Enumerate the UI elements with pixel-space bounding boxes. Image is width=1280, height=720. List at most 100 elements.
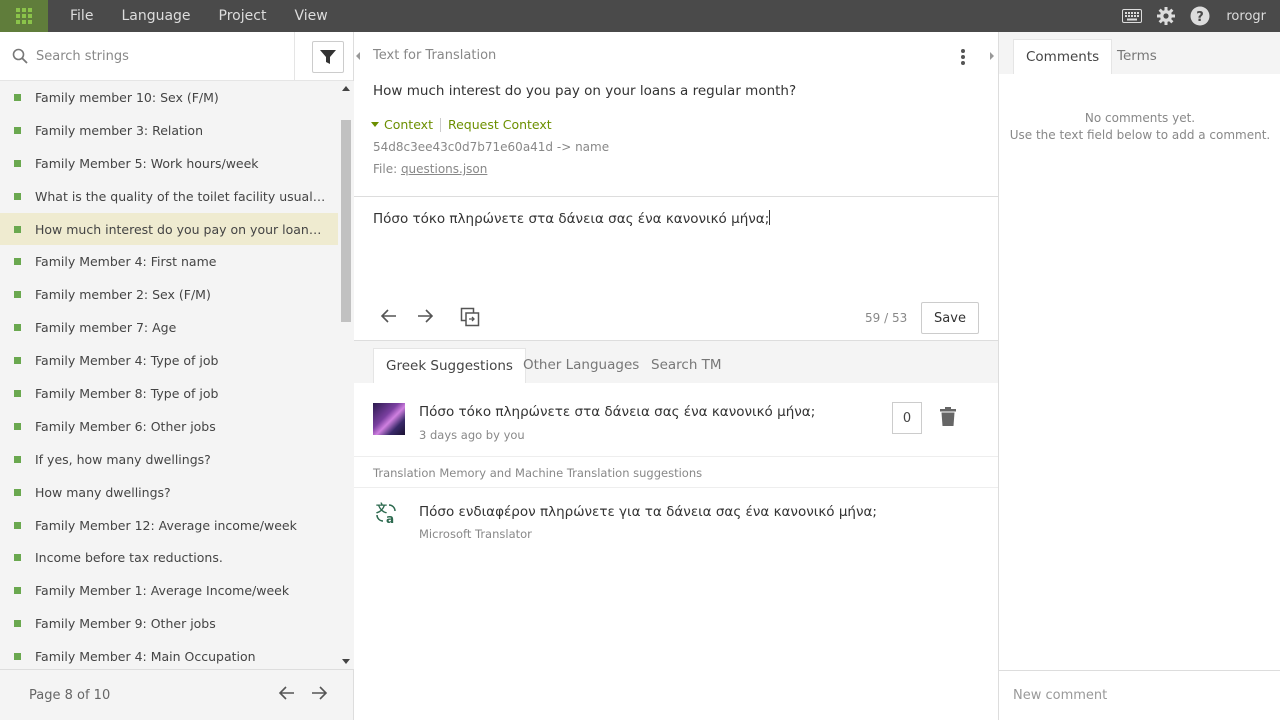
list-item[interactable]: Family Member 8: Type of job bbox=[0, 377, 338, 410]
list-item-label: Family Member 8: Type of job bbox=[35, 385, 219, 401]
main-menu: File Language Project View bbox=[70, 0, 356, 32]
suggestion-text[interactable]: Πόσο τόκο πληρώνετε στα δάνεια σας ένα κ… bbox=[419, 404, 815, 420]
menu-language[interactable]: Language bbox=[121, 0, 204, 32]
list-item[interactable]: How many dwellings? bbox=[0, 476, 338, 509]
page-indicator: Page 8 of 10 bbox=[29, 687, 111, 703]
list-item-label: How much interest do you pay on your loa… bbox=[35, 221, 327, 237]
list-item[interactable]: Family member 10: Sex (F/M) bbox=[0, 81, 338, 114]
top-right-tools: ? rorogr bbox=[1122, 0, 1266, 32]
list-item-label: Family Member 5: Work hours/week bbox=[35, 155, 259, 171]
list-item-label: If yes, how many dwellings? bbox=[35, 451, 211, 467]
filter-button[interactable] bbox=[312, 41, 344, 73]
request-context-link[interactable]: Request Context bbox=[448, 117, 552, 132]
menu-project[interactable]: Project bbox=[219, 0, 281, 32]
search-icon bbox=[12, 48, 28, 68]
suggestions-section: Greek Suggestions Other Languages Search… bbox=[354, 341, 998, 720]
list-item[interactable]: Family Member 9: Other jobs bbox=[0, 607, 338, 640]
gear-icon[interactable] bbox=[1156, 6, 1176, 26]
string-list-scrollbar[interactable] bbox=[338, 81, 354, 669]
pager: Page 8 of 10 bbox=[0, 669, 353, 720]
vote-count[interactable]: 0 bbox=[892, 402, 922, 434]
list-item[interactable]: Family member 2: Sex (F/M) bbox=[0, 278, 338, 311]
list-item[interactable]: Family member 7: Age bbox=[0, 311, 338, 344]
status-bullet-icon bbox=[14, 225, 21, 233]
status-bullet-icon bbox=[14, 653, 21, 661]
list-item[interactable]: What is the quality of the toilet facili… bbox=[0, 180, 338, 213]
context-toggle[interactable]: Context bbox=[384, 117, 433, 132]
empty-comments-message: No comments yet. Use the text field belo… bbox=[999, 110, 1280, 144]
copy-source-icon[interactable] bbox=[460, 307, 480, 331]
list-item-label: Family Member 4: First name bbox=[35, 254, 217, 270]
context-separator bbox=[439, 117, 441, 132]
empty-comments-line2: Use the text field below to add a commen… bbox=[1009, 128, 1271, 142]
translation-editor[interactable]: Πόσο τόκο πληρώνετε στα δάνεια σας ένα κ… bbox=[354, 197, 998, 295]
trash-icon[interactable] bbox=[940, 407, 956, 431]
string-list: Family member 10: Sex (F/M) Family member… bbox=[0, 81, 338, 669]
list-item[interactable]: Family Member 1: Average Income/week bbox=[0, 574, 338, 607]
list-item-label: Family member 3: Relation bbox=[35, 122, 204, 138]
app-grid-button[interactable] bbox=[0, 0, 48, 32]
mt-suggestion-text[interactable]: Πόσο ενδιαφέρον πληρώνετε για τα δάνεια … bbox=[419, 504, 877, 520]
list-item-label: Income before tax reductions. bbox=[35, 550, 223, 566]
list-item[interactable]: Family Member 5: Work hours/week bbox=[0, 147, 338, 180]
file-prefix: File: bbox=[373, 162, 401, 176]
text-caret bbox=[769, 210, 771, 225]
tab-comments[interactable]: Comments bbox=[1013, 39, 1113, 74]
next-page-arrow-icon[interactable] bbox=[310, 685, 328, 705]
menu-view[interactable]: View bbox=[294, 0, 341, 32]
list-item[interactable]: Family Member 6: Other jobs bbox=[0, 410, 338, 443]
previous-string-arrow-icon[interactable] bbox=[380, 307, 398, 329]
file-link[interactable]: questions.json bbox=[401, 162, 487, 176]
translation-value[interactable]: Πόσο τόκο πληρώνετε στα δάνεια σας ένα κ… bbox=[373, 211, 769, 227]
status-bullet-icon bbox=[14, 620, 21, 628]
file-line: File: questions.json bbox=[373, 162, 487, 176]
list-item-label: Family Member 12: Average income/week bbox=[35, 517, 297, 533]
tab-terms[interactable]: Terms bbox=[1105, 39, 1169, 74]
list-item[interactable]: If yes, how many dwellings? bbox=[0, 443, 338, 476]
avatar bbox=[373, 403, 405, 435]
scroll-up-arrow-icon[interactable] bbox=[342, 86, 350, 91]
list-item[interactable]: Family Member 4: Type of job bbox=[0, 344, 338, 377]
list-item[interactable]: Income before tax reductions. bbox=[0, 541, 338, 574]
character-count: 59 / 53 bbox=[865, 311, 908, 325]
next-string-arrow-icon[interactable] bbox=[416, 307, 434, 329]
prev-page-arrow-icon[interactable] bbox=[278, 685, 296, 705]
source-text: How much interest do you pay on your loa… bbox=[373, 83, 797, 99]
comments-panel: Comments Terms No comments yet. Use the … bbox=[998, 32, 1280, 720]
list-item[interactable]: Family member 3: Relation bbox=[0, 114, 338, 147]
scroll-down-arrow-icon[interactable] bbox=[342, 659, 350, 664]
status-bullet-icon bbox=[14, 324, 21, 332]
list-item-label: Family Member 1: Average Income/week bbox=[35, 583, 290, 599]
suggestion-item[interactable]: Πόσο τόκο πληρώνετε στα δάνεια σας ένα κ… bbox=[354, 383, 998, 457]
tab-greek-suggestions[interactable]: Greek Suggestions bbox=[373, 348, 526, 383]
svg-text:a: a bbox=[386, 512, 394, 525]
context-toggle-icon[interactable] bbox=[371, 122, 379, 127]
list-item[interactable]: Family Member 12: Average income/week bbox=[0, 509, 338, 542]
search-bar bbox=[0, 32, 353, 81]
keyboard-icon[interactable] bbox=[1122, 9, 1143, 23]
status-bullet-icon bbox=[14, 357, 21, 365]
list-item[interactable]: How much interest do you pay on your loa… bbox=[0, 212, 338, 246]
translation-text[interactable]: Πόσο τόκο πληρώνετε στα δάνεια σας ένα κ… bbox=[373, 210, 771, 227]
save-button[interactable]: Save bbox=[921, 302, 979, 334]
tm-header: Translation Memory and Machine Translati… bbox=[373, 466, 703, 480]
status-bullet-icon bbox=[14, 554, 21, 562]
scroll-thumb[interactable] bbox=[341, 120, 351, 322]
more-options-icon[interactable] bbox=[961, 49, 965, 67]
new-comment-input[interactable] bbox=[999, 671, 1269, 719]
search-input[interactable] bbox=[0, 32, 295, 80]
list-item-label: Family member 7: Age bbox=[35, 320, 177, 336]
status-bullet-icon bbox=[14, 389, 21, 397]
menu-file[interactable]: File bbox=[70, 0, 107, 32]
help-icon[interactable]: ? bbox=[1190, 6, 1210, 26]
tm-divider bbox=[354, 487, 998, 488]
list-item[interactable]: Family Member 4: Main Occupation bbox=[0, 640, 338, 669]
username[interactable]: rorogr bbox=[1226, 9, 1266, 24]
tab-search-tm[interactable]: Search TM bbox=[639, 348, 734, 383]
translation-panel: Text for Translation How much interest d… bbox=[354, 32, 998, 720]
status-bullet-icon bbox=[14, 159, 21, 167]
top-bar: File Language Project View ? rorogr bbox=[0, 0, 1280, 32]
list-item[interactable]: Family Member 4: First name bbox=[0, 245, 338, 278]
filter-icon bbox=[320, 50, 336, 64]
tab-other-languages[interactable]: Other Languages bbox=[511, 348, 651, 383]
